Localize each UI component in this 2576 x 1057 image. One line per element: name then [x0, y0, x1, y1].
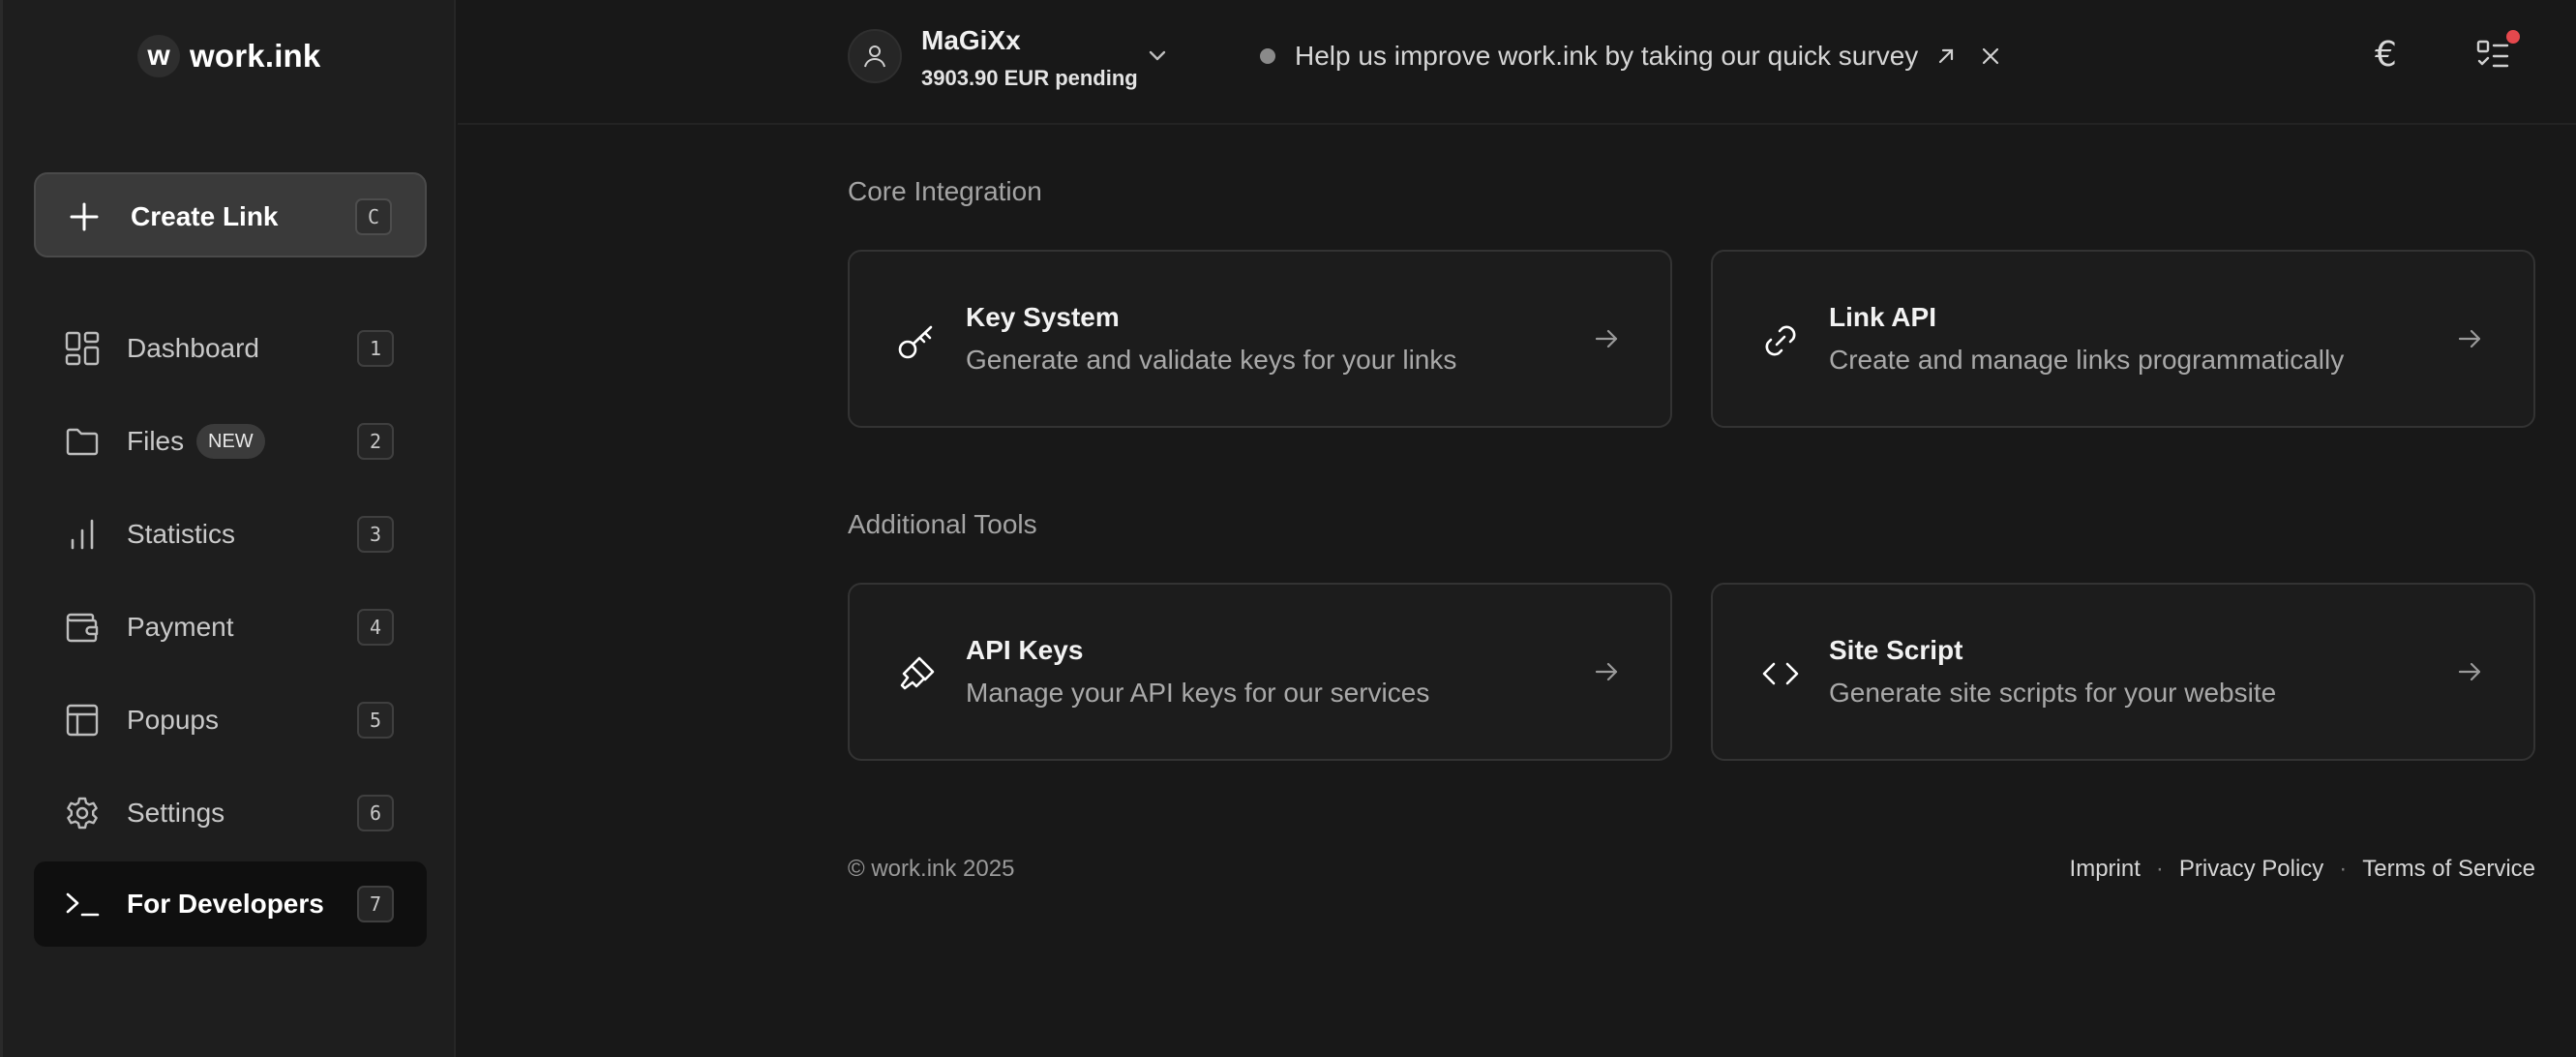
card-description: Create and manage links programmatically	[1829, 345, 2345, 375]
copyright: © work.ink 2025	[848, 856, 1015, 882]
api-keys-icon	[896, 652, 939, 695]
site-script-card[interactable]: Site Script Generate site scripts for yo…	[1711, 583, 2535, 761]
privacy-policy-link[interactable]: Privacy Policy	[2179, 856, 2323, 883]
layout-icon	[65, 703, 100, 738]
sidebar-item-settings[interactable]: Settings 6	[34, 770, 427, 856]
user-name[interactable]: MaGiXx	[921, 25, 1021, 56]
sidebar-item-label: Dashboard	[127, 333, 259, 363]
new-badge: NEW	[196, 424, 265, 459]
shortcut-key: 6	[357, 795, 394, 831]
card-description: Generate site scripts for your website	[1829, 678, 2277, 708]
dashboard-icon	[65, 331, 100, 366]
logo[interactable]: w work.ink	[137, 35, 320, 77]
gear-icon	[65, 796, 100, 830]
checklist-icon[interactable]	[2475, 37, 2510, 72]
arrow-right-icon	[2456, 325, 2483, 352]
create-link-label: Create Link	[131, 201, 279, 231]
logo-mark: w	[137, 35, 180, 77]
code-icon	[1759, 652, 1802, 695]
terms-of-service-link[interactable]: Terms of Service	[2362, 856, 2535, 883]
shortcut-key: 5	[357, 702, 394, 739]
plus-icon	[69, 201, 100, 232]
section-title-core-integration: Core Integration	[848, 176, 1042, 206]
footer-links: Imprint · Privacy Policy · Terms of Serv…	[2070, 856, 2535, 883]
user-avatar[interactable]	[848, 29, 902, 83]
sidebar-item-label: For Developers	[127, 889, 324, 919]
api-keys-card[interactable]: API Keys Manage your API keys for our se…	[848, 583, 1672, 761]
link-api-card[interactable]: Link API Create and manage links program…	[1711, 250, 2535, 428]
terminal-icon	[65, 887, 100, 921]
sidebar-item-statistics[interactable]: Statistics 3	[34, 492, 427, 577]
sidebar-item-payment[interactable]: Payment 4	[34, 585, 427, 670]
shortcut-key: 7	[357, 886, 394, 922]
sidebar-item-label: Statistics	[127, 519, 236, 549]
link-icon	[1759, 319, 1802, 362]
create-link-button[interactable]: Create Link C	[34, 172, 427, 257]
arrow-right-icon	[1593, 658, 1620, 685]
key-icon	[896, 319, 939, 362]
footer-separator: ·	[2339, 856, 2348, 882]
card-title: API Keys	[966, 635, 1084, 665]
wallet-icon	[65, 610, 100, 645]
sidebar-item-dashboard[interactable]: Dashboard 1	[34, 306, 427, 391]
chevron-down-icon[interactable]	[1146, 45, 1169, 68]
shortcut-key: 1	[357, 330, 394, 367]
folder-icon	[65, 424, 100, 459]
card-description: Manage your API keys for our services	[966, 678, 1430, 708]
sidebar: w work.ink Create Link C Dashboard 1 Fil…	[0, 0, 456, 1057]
footer-separator: ·	[2155, 856, 2164, 882]
card-title: Key System	[966, 302, 1120, 332]
survey-banner: Help us improve work.ink by taking our q…	[1260, 41, 2001, 72]
key-system-card[interactable]: Key System Generate and validate keys fo…	[848, 250, 1672, 428]
sidebar-item-files[interactable]: Files NEW 2	[34, 399, 427, 484]
shortcut-key: C	[355, 198, 392, 235]
sidebar-item-label: Settings	[127, 798, 225, 828]
external-link-icon[interactable]	[1935, 45, 1957, 67]
imprint-link[interactable]: Imprint	[2070, 856, 2141, 883]
sidebar-item-for-developers[interactable]: For Developers 7	[34, 861, 427, 947]
sidebar-item-label: Popups	[127, 705, 219, 735]
card-description: Generate and validate keys for your link…	[966, 345, 1457, 375]
notification-dot	[2506, 30, 2520, 44]
sidebar-item-label: Files	[127, 426, 185, 456]
shortcut-key: 2	[357, 423, 394, 460]
logo-text: work.ink	[190, 38, 321, 74]
card-title: Site Script	[1829, 635, 1963, 665]
arrow-right-icon	[2456, 658, 2483, 685]
shortcut-key: 3	[357, 516, 394, 553]
shortcut-key: 4	[357, 609, 394, 646]
sidebar-item-label: Payment	[127, 612, 234, 642]
survey-link[interactable]: Help us improve work.ink by taking our q…	[1295, 41, 1918, 72]
user-icon	[864, 45, 885, 68]
arrow-right-icon	[1593, 325, 1620, 352]
bar-chart-icon	[65, 517, 100, 552]
card-title: Link API	[1829, 302, 1936, 332]
survey-status-dot	[1260, 48, 1275, 64]
pending-balance: 3903.90 EUR pending	[921, 66, 1138, 90]
sidebar-item-popups[interactable]: Popups 5	[34, 678, 427, 763]
currency-button[interactable]: €	[2375, 35, 2397, 75]
section-title-additional-tools: Additional Tools	[848, 509, 1037, 539]
close-icon[interactable]	[1980, 45, 2001, 67]
